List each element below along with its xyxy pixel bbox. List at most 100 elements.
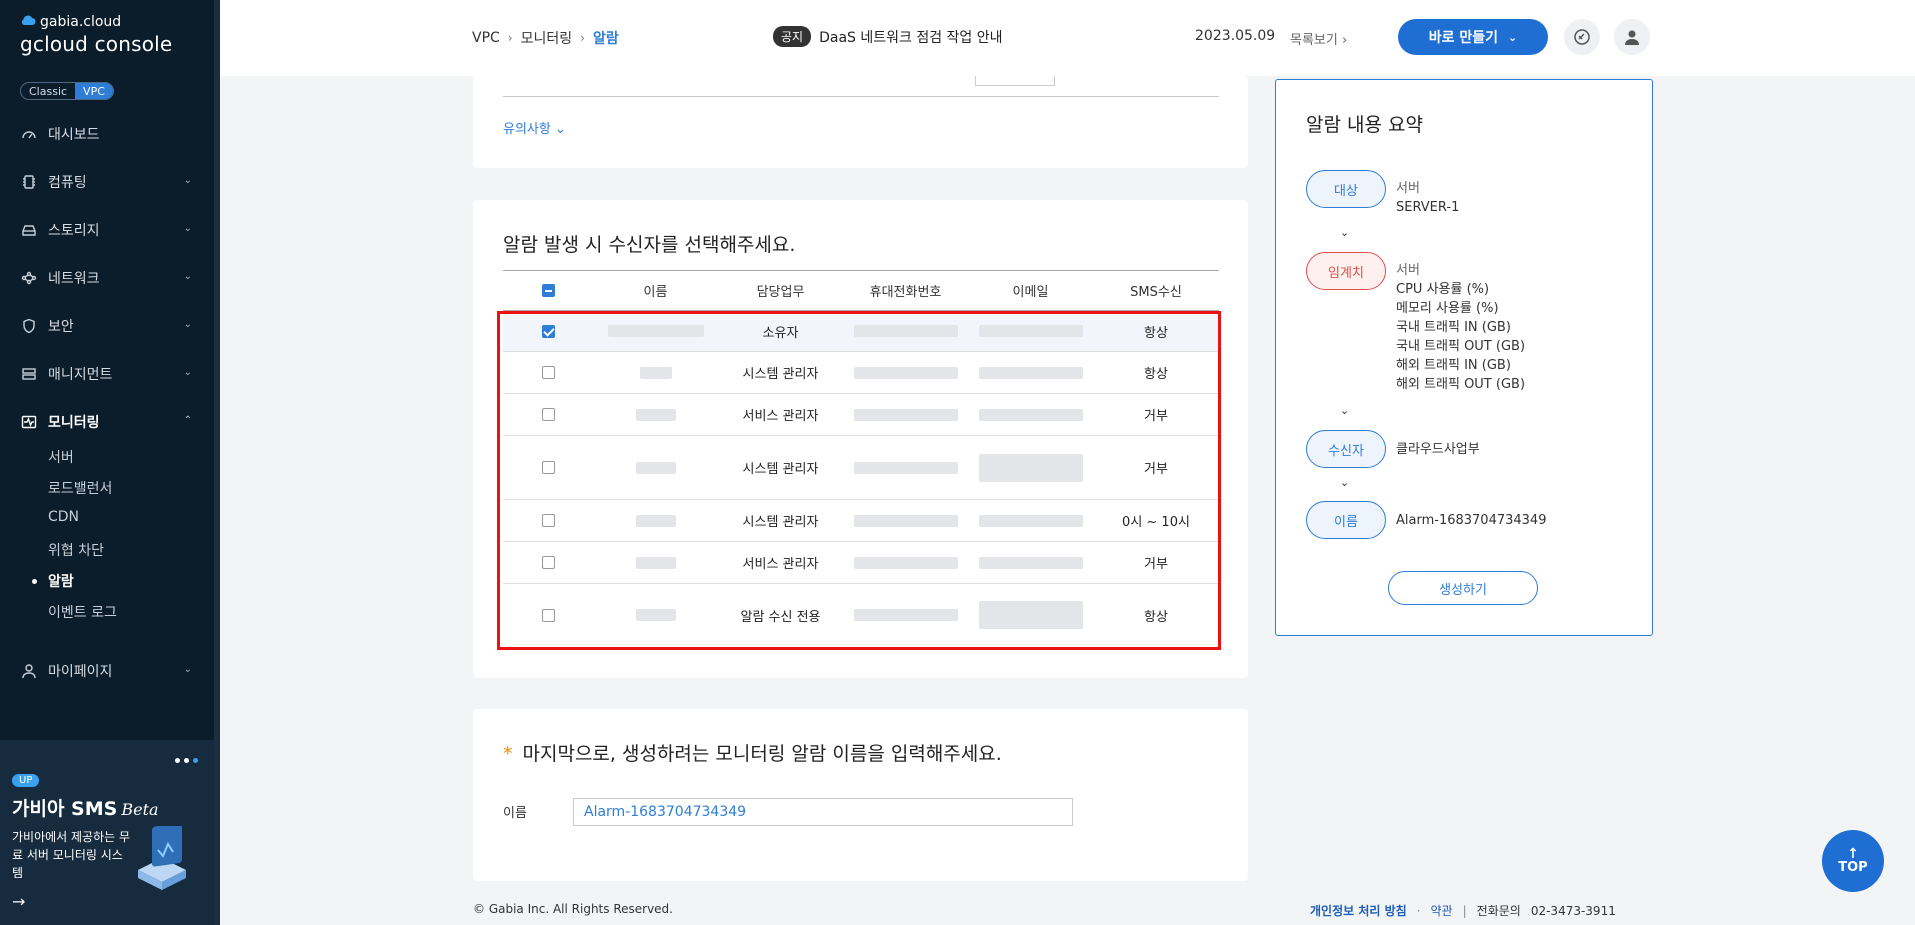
- input-box[interactable]: [975, 76, 1055, 86]
- alarm-name-card: * 마지막으로, 생성하려는 모니터링 알람 이름을 입력해주세요. 이름: [473, 709, 1248, 881]
- row-sms: 거부: [1093, 541, 1219, 584]
- profile-icon[interactable]: [1614, 19, 1650, 55]
- row-role: 서비스 관리자: [718, 541, 843, 584]
- arrow-right-icon[interactable]: →: [12, 892, 25, 911]
- sub-event-log[interactable]: 이벤트 로그: [48, 602, 117, 622]
- nav-storage[interactable]: 스토리지 ⌄: [0, 210, 214, 250]
- terms-link[interactable]: 약관: [1431, 902, 1453, 919]
- select-all-header[interactable]: [503, 270, 593, 311]
- row-sms: 항상: [1093, 310, 1219, 352]
- sub-server[interactable]: 서버: [48, 447, 74, 467]
- sub-alarm[interactable]: 알람: [32, 571, 74, 591]
- nav-security[interactable]: 보안 ⌄: [0, 306, 214, 346]
- network-icon: [20, 269, 38, 287]
- table-row[interactable]: 시스템 관리자 항상: [503, 351, 1219, 394]
- row-checkbox[interactable]: [541, 461, 555, 474]
- redacted-name: [639, 366, 672, 379]
- select-all-checkbox[interactable]: [541, 284, 555, 297]
- storage-icon: [20, 221, 38, 239]
- recipient-pill: 수신자: [1306, 430, 1386, 468]
- promo-banner[interactable]: UP 가비아 SMS Beta 가비아에서 제공하는 무료 서버 모니터링 시스템…: [0, 740, 214, 925]
- row-role: 시스템 관리자: [718, 499, 843, 542]
- required-mark: *: [503, 743, 513, 765]
- row-sms: 항상: [1093, 351, 1219, 394]
- env-classic[interactable]: Classic: [21, 83, 75, 99]
- row-checkbox[interactable]: [541, 556, 555, 569]
- row-sms: 거부: [1093, 393, 1219, 436]
- chevron-down-icon: ⌄: [183, 175, 192, 186]
- threshold-info: 서버 CPU 사용률 (%) 메모리 사용률 (%) 국내 트래픽 IN (GB…: [1396, 263, 1526, 392]
- redacted-name: [635, 556, 676, 569]
- env-toggle[interactable]: Classic VPC: [20, 82, 114, 100]
- footer-links: 개인정보 처리 방침 · 약관 | 전화문의 02-3473-3911: [1310, 902, 1616, 919]
- threshold-pill: 임계치: [1306, 252, 1386, 290]
- table-row[interactable]: 서비스 관리자 거부: [503, 393, 1219, 436]
- row-sms: 항상: [1144, 609, 1168, 625]
- contact-label: 전화문의: [1476, 904, 1521, 918]
- promo-title: 가비아 SMS Beta: [12, 798, 159, 820]
- cloud-icon: [20, 14, 36, 30]
- server-illustration-icon: [130, 823, 194, 900]
- recipients-title: 알람 발생 시 수신자를 선택해주세요.: [503, 234, 796, 256]
- redacted-email: [978, 408, 1083, 421]
- table-row[interactable]: 시스템 관리자 0시 ~ 10시: [503, 499, 1219, 542]
- chevron-down-icon: ⌄: [1340, 226, 1350, 239]
- nav-network[interactable]: 네트워크 ⌄: [0, 258, 214, 298]
- chevron-down-icon: ⌄: [1508, 30, 1518, 44]
- sub-loadbalancer[interactable]: 로드밸런서: [48, 478, 112, 498]
- privacy-link[interactable]: 개인정보 처리 방침: [1310, 902, 1407, 919]
- sidebar-scrollbar[interactable]: [214, 0, 220, 925]
- chevron-down-icon: ⌄: [183, 319, 192, 330]
- table-row[interactable]: 소유자 항상: [503, 310, 1219, 352]
- nav-mypage[interactable]: 마이페이지 ⌄: [0, 651, 214, 691]
- redacted-email: [978, 325, 1083, 337]
- alarm-name-input[interactable]: [573, 798, 1073, 826]
- separator-dot: ·: [1416, 903, 1421, 918]
- name-info: Alarm-1683704734349: [1396, 513, 1547, 528]
- row-checkbox[interactable]: [541, 366, 555, 379]
- notice-tag: 공지: [773, 26, 812, 47]
- redacted-name: [635, 461, 676, 474]
- breadcrumb-monitoring[interactable]: 모니터링: [521, 28, 573, 48]
- col-role: 담당업무: [718, 270, 843, 311]
- scroll-top-button[interactable]: ↑ TOP: [1822, 830, 1884, 892]
- col-sms: SMS수신: [1093, 270, 1219, 311]
- nav-management[interactable]: 매니지먼트 ⌄: [0, 354, 214, 394]
- sub-cdn[interactable]: CDN: [48, 509, 79, 525]
- alarm-name-label: 이름: [503, 806, 527, 821]
- notice-banner[interactable]: 공지 DaaS 네트워크 점검 작업 안내: [773, 26, 1003, 47]
- copyright: © Gabia Inc. All Rights Reserved.: [473, 902, 673, 916]
- recipient-info: 클라우드사업부: [1396, 442, 1480, 457]
- redacted-name: [607, 325, 704, 337]
- notice-text[interactable]: DaaS 네트워크 점검 작업 안내: [819, 27, 1002, 47]
- chevron-down-icon: ⌄: [183, 367, 192, 378]
- quick-create-button[interactable]: 바로 만들기 ⌄: [1398, 19, 1548, 55]
- breadcrumb: VPC › 모니터링 › 알람: [472, 28, 619, 48]
- nav-computing[interactable]: 컴퓨팅 ⌄: [0, 162, 214, 202]
- redacted-email: [978, 556, 1083, 569]
- sub-threat-block[interactable]: 위협 차단: [48, 540, 104, 560]
- logo[interactable]: gabia.cloud gcloud console: [20, 14, 172, 56]
- user-icon: [20, 662, 38, 680]
- notes-toggle[interactable]: 유의사항 ⌄: [503, 118, 566, 137]
- table-row[interactable]: 시스템 관리자 거부: [503, 435, 1219, 500]
- chevron-down-icon: ⌄: [554, 122, 566, 137]
- alarm-name-question: * 마지막으로, 생성하려는 모니터링 알람 이름을 입력해주세요.: [503, 743, 1002, 765]
- table-row[interactable]: 알람 수신 전용 항상: [503, 584, 1219, 647]
- nav-monitoring[interactable]: 모니터링 ⌃: [0, 402, 214, 442]
- row-checkbox[interactable]: [541, 408, 555, 421]
- nav-dashboard[interactable]: 대시보드: [0, 114, 214, 154]
- create-alarm-button[interactable]: 생성하기: [1388, 571, 1538, 605]
- target-info: 서버 SERVER-1: [1396, 181, 1460, 215]
- row-checkbox[interactable]: [541, 608, 555, 622]
- notice-list-link[interactable]: 목록보기 ›: [1290, 29, 1347, 48]
- chat-icon[interactable]: [1564, 19, 1600, 55]
- row-checkbox[interactable]: [541, 514, 555, 527]
- row-checkbox[interactable]: [541, 324, 555, 338]
- redacted-phone: [853, 514, 958, 527]
- carousel-dots[interactable]: [175, 758, 198, 763]
- table-row[interactable]: 서비스 관리자 거부: [503, 541, 1219, 584]
- breadcrumb-vpc[interactable]: VPC: [472, 30, 500, 46]
- chevron-down-icon: ⌄: [183, 271, 192, 282]
- env-vpc[interactable]: VPC: [75, 83, 113, 99]
